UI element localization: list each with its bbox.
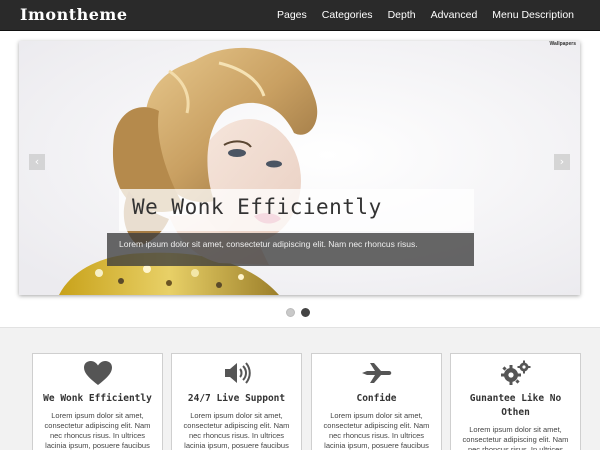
slider-dot-2-active[interactable] <box>301 308 310 317</box>
chevron-right-icon: › <box>559 155 565 168</box>
nav-item-depth[interactable]: Depth <box>388 9 416 21</box>
slide-caption-title: We Wonk Efficiently <box>119 189 474 231</box>
nav-item-pages[interactable]: Pages <box>277 9 307 21</box>
nav-item-categories[interactable]: Categories <box>322 9 373 21</box>
service-title: Gunantee Like No Othen <box>469 393 562 418</box>
watermark: Wallpapers <box>549 41 577 47</box>
heart-icon <box>33 360 162 386</box>
site-logo[interactable]: Imontheme <box>20 5 128 24</box>
service-card: 24/7 Live Suppont Lorem ipsum dolor sit … <box>171 353 302 450</box>
service-card: Confide Lorem ipsum dolor sit amet, cons… <box>311 353 442 450</box>
main-nav: Pages Categories Depth Advanced Menu Des… <box>277 9 574 21</box>
hero-slider: Wallpapers ‹ › We Wonk Efficiently Lorem… <box>19 41 580 295</box>
service-title: Confide <box>356 393 397 404</box>
slider-prev-button[interactable]: ‹ <box>29 154 45 170</box>
slide-caption-text: Lorem ipsum dolor sit amet, consectetur … <box>107 233 474 266</box>
service-text: Lorem ipsum dolor sit amet, consectetur … <box>323 411 430 450</box>
slider-dot-1[interactable] <box>286 308 295 317</box>
speaker-icon <box>172 360 301 386</box>
gears-icon <box>451 360 580 386</box>
nav-item-menu-description[interactable]: Menu Description <box>492 9 574 21</box>
nav-item-advanced[interactable]: Advanced <box>431 9 478 21</box>
site-header: Imontheme Pages Categories Depth Advance… <box>0 0 600 31</box>
airplane-icon <box>312 360 441 386</box>
service-title: We Wonk Efficiently <box>43 393 152 404</box>
service-title: 24/7 Live Suppont <box>187 393 286 404</box>
service-card: We Wonk Efficiently Lorem ipsum dolor si… <box>32 353 163 450</box>
services-section: We Wonk Efficiently Lorem ipsum dolor si… <box>0 327 600 450</box>
slider-pagination <box>286 308 310 317</box>
slider-next-button[interactable]: › <box>554 154 570 170</box>
chevron-left-icon: ‹ <box>34 155 40 168</box>
service-text: Lorem ipsum dolor sit amet, consectetur … <box>462 425 569 450</box>
service-card: Gunantee Like No Othen Lorem ipsum dolor… <box>450 353 581 450</box>
service-text: Lorem ipsum dolor sit amet, consectetur … <box>44 411 151 450</box>
service-text: Lorem ipsum dolor sit amet, consectetur … <box>183 411 290 450</box>
